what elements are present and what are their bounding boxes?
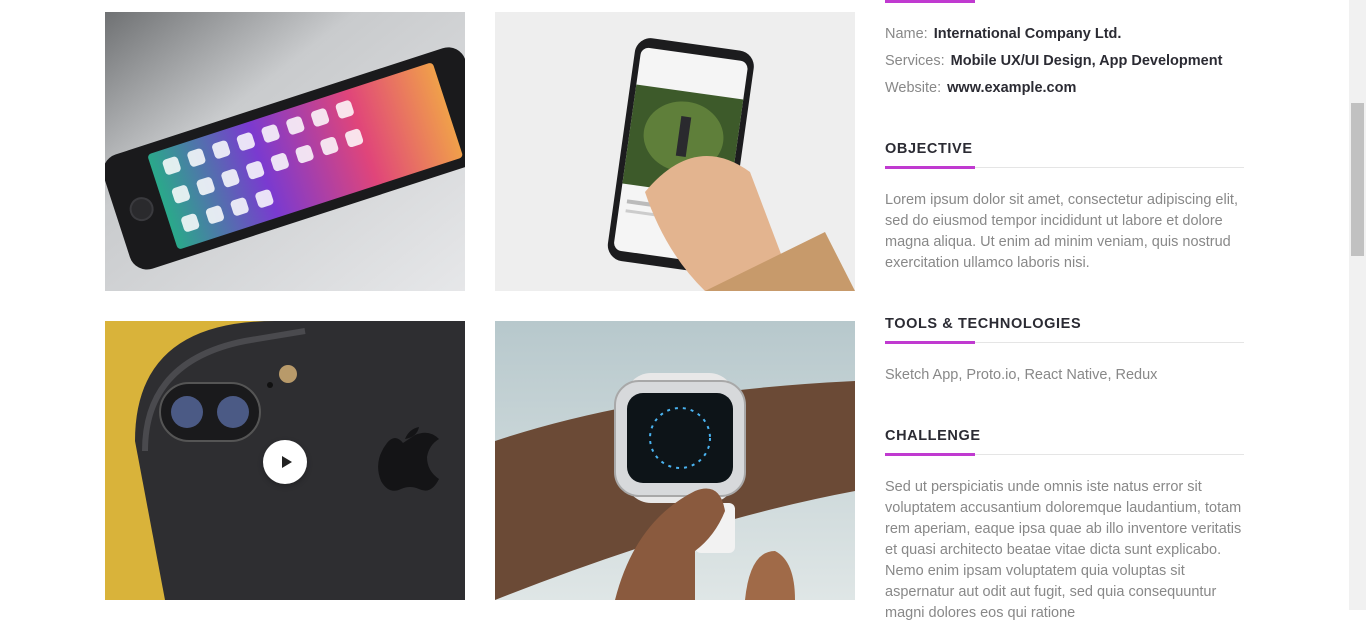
gallery-image-iphone-home-screen[interactable] [105, 12, 465, 291]
info-name: Name: International Company Ltd. [885, 26, 1121, 42]
heading-divider [885, 453, 1244, 456]
heading-accent [885, 166, 975, 169]
website-label: Website: [885, 80, 942, 96]
play-icon [281, 456, 292, 468]
gallery-image-smartwatch[interactable] [495, 321, 855, 600]
objective-title: OBJECTIVE [885, 141, 973, 157]
gallery-image-hand-holding-phone[interactable] [495, 12, 855, 291]
gallery-video-iphone-back[interactable] [105, 321, 465, 600]
name-value: International Company Ltd. [933, 26, 1122, 42]
page-scrollbar[interactable] [1349, 0, 1366, 610]
services-value: Mobile UX/UI Design, App Development [950, 53, 1223, 69]
heading-accent [885, 453, 975, 456]
objective-text: Lorem ipsum dolor sit amet, consectetur … [885, 192, 1238, 271]
heading-accent [885, 341, 975, 344]
tools-heading: TOOLS & TECHNOLOGIES [885, 316, 1244, 344]
play-button[interactable] [263, 440, 307, 484]
challenge-title: CHALLENGE [885, 428, 981, 444]
website-link[interactable]: www.example.com [947, 80, 1076, 96]
challenge-heading: CHALLENGE [885, 428, 1244, 456]
info-services: Services: Mobile UX/UI Design, App Develo… [885, 53, 1222, 69]
objective-heading: OBJECTIVE [885, 141, 1244, 169]
services-label: Services: [885, 53, 945, 69]
tools-title: TOOLS & TECHNOLOGIES [885, 316, 1082, 332]
heading-divider [885, 166, 1244, 169]
challenge-text: Sed ut perspiciatis unde omnis iste natu… [885, 479, 1242, 621]
top-accent-line [885, 0, 975, 3]
scrollbar-thumb[interactable] [1351, 103, 1364, 256]
info-website: Website: www.example.com [885, 80, 1076, 96]
heading-divider [885, 341, 1244, 344]
tools-text: Sketch App, Proto.io, React Native, Redu… [885, 367, 1158, 383]
name-label: Name: [885, 26, 928, 42]
